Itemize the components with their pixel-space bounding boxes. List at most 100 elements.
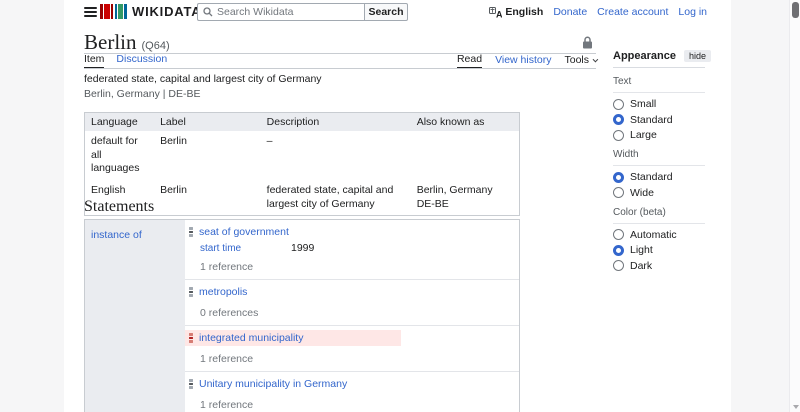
cell-language: default for all languages — [91, 135, 140, 175]
radio-icon[interactable] — [613, 98, 624, 110]
claim-value-link[interactable]: metropolis — [199, 286, 247, 298]
language-icon: A — [489, 6, 502, 18]
description-text: federated state, capital and largest cit… — [84, 73, 322, 85]
qualifier-value: 1999 — [291, 242, 315, 254]
width-options: Standard Wide — [613, 171, 705, 199]
radio-width-wide[interactable]: Wide — [613, 187, 705, 199]
main-menu-icon[interactable] — [84, 7, 97, 17]
appearance-title: Appearance — [613, 50, 676, 62]
alias-text: Berlin, Germany | DE-BE — [84, 87, 201, 100]
cell-label: Berlin — [160, 183, 187, 196]
user-links: A English Donate Create account Log in — [489, 0, 707, 24]
qualifier-row: start time 1999 — [200, 242, 519, 254]
cell-aliases — [411, 131, 520, 180]
property-link[interactable]: instance of — [91, 229, 142, 241]
scrollbar[interactable] — [789, 0, 800, 412]
table-row: default for all languages Berlin – — [85, 131, 520, 180]
page-tabs: Item Discussion Read View history Tools — [84, 53, 599, 69]
color-section-label: Color (beta) — [613, 205, 705, 224]
entity-description: federated state, capital and largest cit… — [84, 72, 322, 101]
wikidata-logo[interactable]: WIKIDATA — [100, 4, 201, 19]
statement-group: instance of seat of government start tim… — [84, 219, 520, 412]
cell-label: Berlin — [160, 135, 187, 147]
radio-text-small[interactable]: Small — [613, 98, 705, 110]
radio-color-automatic[interactable]: Automatic — [613, 229, 705, 241]
rank-selector-icon[interactable] — [189, 227, 193, 238]
cell-aliases: Berlin, Germany DE-BE — [416, 183, 493, 210]
tab-tools[interactable]: Tools — [564, 54, 599, 68]
claim-value-link[interactable]: seat of government — [199, 226, 289, 238]
rank-selector-icon[interactable] — [189, 379, 193, 390]
references-toggle[interactable]: 1 reference — [200, 353, 519, 365]
wikidata-logo-icon — [100, 4, 127, 19]
col-label: Label — [154, 112, 261, 131]
create-account-link[interactable]: Create account — [597, 6, 668, 18]
claim-unitary-municipality: Unitary municipality in Germany 1 refere… — [185, 372, 519, 412]
claim-integrated-municipality: integrated municipality 1 reference — [185, 326, 519, 372]
radio-icon[interactable] — [613, 260, 624, 271]
language-selector[interactable]: A English — [489, 6, 543, 18]
radio-text-large[interactable]: Large — [613, 129, 705, 141]
radio-icon-checked[interactable] — [613, 171, 624, 183]
color-options: Automatic Light Dark — [613, 229, 705, 272]
scrollbar-down-arrow-icon[interactable] — [792, 405, 799, 409]
radio-width-standard[interactable]: Standard — [613, 171, 705, 183]
radio-text-standard[interactable]: Standard — [613, 114, 705, 126]
claim-value-link[interactable]: integrated municipality — [199, 332, 303, 344]
radio-icon-checked[interactable] — [613, 114, 624, 125]
tab-read[interactable]: Read — [456, 53, 483, 68]
radio-icon-checked[interactable] — [613, 244, 624, 256]
wikidata-page: WIKIDATA Search A English — [0, 0, 800, 412]
language-label: English — [505, 6, 544, 18]
width-section-label: Width — [613, 147, 705, 166]
search-button[interactable]: Search — [364, 3, 408, 21]
donate-link[interactable]: Donate — [553, 6, 587, 18]
radio-icon[interactable] — [613, 129, 624, 141]
deprecated-value-row: integrated municipality — [185, 330, 401, 346]
references-toggle[interactable]: 0 references — [200, 307, 519, 319]
terms-header-row: Language Label Description Also known as — [84, 112, 520, 131]
radio-color-dark[interactable]: Dark — [613, 260, 705, 272]
radio-icon[interactable] — [613, 229, 624, 240]
claims-list: seat of government start time 1999 1 refe… — [185, 220, 519, 412]
search-box[interactable] — [197, 3, 364, 21]
qualifier-property-link[interactable]: start time — [200, 243, 291, 254]
col-also-known-as: Also known as — [410, 112, 520, 131]
wikidata-logo-text: WIKIDATA — [132, 4, 202, 19]
title-row: Berlin (Q64) — [84, 31, 596, 54]
log-in-link[interactable]: Log in — [678, 6, 707, 18]
radio-icon[interactable] — [613, 187, 624, 198]
top-bar: WIKIDATA Search A English — [64, 0, 731, 24]
tab-discussion[interactable]: Discussion — [116, 53, 167, 68]
content-sheet: WIKIDATA Search A English — [64, 0, 731, 412]
references-toggle[interactable]: 1 reference — [200, 399, 519, 411]
claim-seat-of-government: seat of government start time 1999 1 refe… — [185, 220, 519, 280]
search-icon — [203, 7, 213, 17]
page-title: Berlin — [84, 30, 137, 54]
claim-value-link[interactable]: Unitary municipality in Germany — [199, 378, 347, 390]
cell-description: – — [266, 135, 273, 147]
hide-button[interactable]: hide — [683, 50, 711, 62]
scrollbar-thumb[interactable] — [792, 2, 799, 18]
references-toggle[interactable]: 1 reference — [200, 261, 519, 273]
appearance-header: Appearance hide — [613, 50, 711, 68]
search-bar: Search — [197, 3, 408, 21]
svg-text:A: A — [496, 9, 502, 18]
col-description: Description — [260, 112, 411, 131]
property-column: instance of — [85, 220, 185, 412]
rank-selector-icon-deprecated[interactable] — [189, 333, 193, 344]
claim-metropolis: metropolis 0 references — [185, 280, 519, 326]
radio-color-light[interactable]: Light — [613, 244, 705, 256]
tab-view-history[interactable]: View history — [495, 54, 551, 68]
tab-item[interactable]: Item — [84, 53, 105, 68]
view-tabs: Read View history Tools — [456, 53, 599, 68]
appearance-panel: Appearance hide Text Small Standard Larg… — [613, 50, 711, 276]
entity-id: (Q64) — [141, 40, 170, 52]
chevron-down-icon — [592, 56, 599, 63]
search-input[interactable] — [217, 6, 359, 18]
text-options: Small Standard Large — [613, 98, 705, 141]
protection-lock-icon — [582, 36, 593, 54]
namespace-tabs: Item Discussion — [84, 53, 167, 68]
statements-heading: Statements — [84, 198, 155, 215]
rank-selector-icon[interactable] — [189, 287, 193, 298]
